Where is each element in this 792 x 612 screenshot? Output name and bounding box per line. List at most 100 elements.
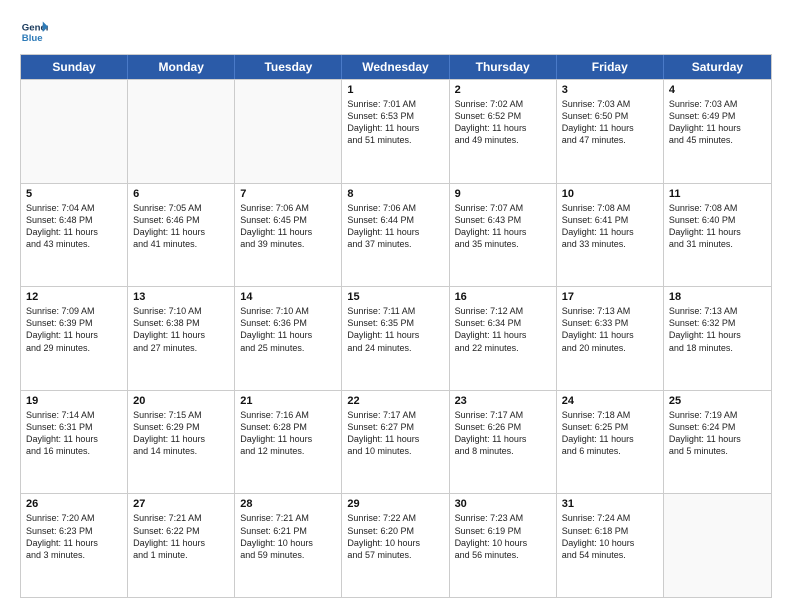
- cell-info: and 33 minutes.: [562, 238, 658, 250]
- cell-info: and 35 minutes.: [455, 238, 551, 250]
- day-cell-23: 23Sunrise: 7:17 AMSunset: 6:26 PMDayligh…: [450, 391, 557, 494]
- day-cell-16: 16Sunrise: 7:12 AMSunset: 6:34 PMDayligh…: [450, 287, 557, 390]
- day-number: 5: [26, 188, 122, 200]
- empty-cell: [128, 80, 235, 183]
- cell-info: Sunrise: 7:15 AM: [133, 409, 229, 421]
- cell-info: Sunrise: 7:12 AM: [455, 305, 551, 317]
- header-day-wednesday: Wednesday: [342, 55, 449, 79]
- cell-info: Sunset: 6:24 PM: [669, 421, 766, 433]
- cell-info: Daylight: 11 hours: [455, 433, 551, 445]
- day-cell-17: 17Sunrise: 7:13 AMSunset: 6:33 PMDayligh…: [557, 287, 664, 390]
- cell-info: Sunrise: 7:10 AM: [240, 305, 336, 317]
- cell-info: Daylight: 11 hours: [455, 329, 551, 341]
- day-cell-31: 31Sunrise: 7:24 AMSunset: 6:18 PMDayligh…: [557, 494, 664, 597]
- cell-info: Sunrise: 7:06 AM: [347, 202, 443, 214]
- cell-info: Sunset: 6:31 PM: [26, 421, 122, 433]
- cell-info: Daylight: 10 hours: [240, 537, 336, 549]
- day-cell-6: 6Sunrise: 7:05 AMSunset: 6:46 PMDaylight…: [128, 184, 235, 287]
- cell-info: Daylight: 11 hours: [133, 433, 229, 445]
- cell-info: and 47 minutes.: [562, 134, 658, 146]
- cell-info: Sunrise: 7:02 AM: [455, 98, 551, 110]
- calendar-row-0: 1Sunrise: 7:01 AMSunset: 6:53 PMDaylight…: [21, 79, 771, 183]
- cell-info: Daylight: 11 hours: [240, 433, 336, 445]
- cell-info: Sunrise: 7:03 AM: [669, 98, 766, 110]
- cell-info: Daylight: 11 hours: [562, 329, 658, 341]
- header-day-sunday: Sunday: [21, 55, 128, 79]
- calendar-row-1: 5Sunrise: 7:04 AMSunset: 6:48 PMDaylight…: [21, 183, 771, 287]
- cell-info: Sunrise: 7:21 AM: [240, 512, 336, 524]
- cell-info: Sunrise: 7:09 AM: [26, 305, 122, 317]
- cell-info: Sunset: 6:41 PM: [562, 214, 658, 226]
- day-cell-7: 7Sunrise: 7:06 AMSunset: 6:45 PMDaylight…: [235, 184, 342, 287]
- cell-info: Daylight: 11 hours: [455, 122, 551, 134]
- cell-info: and 8 minutes.: [455, 445, 551, 457]
- cell-info: Sunset: 6:39 PM: [26, 317, 122, 329]
- calendar: SundayMondayTuesdayWednesdayThursdayFrid…: [20, 54, 772, 598]
- cell-info: Daylight: 11 hours: [26, 226, 122, 238]
- cell-info: Sunrise: 7:05 AM: [133, 202, 229, 214]
- day-cell-27: 27Sunrise: 7:21 AMSunset: 6:22 PMDayligh…: [128, 494, 235, 597]
- cell-info: Sunset: 6:20 PM: [347, 525, 443, 537]
- day-cell-13: 13Sunrise: 7:10 AMSunset: 6:38 PMDayligh…: [128, 287, 235, 390]
- day-cell-3: 3Sunrise: 7:03 AMSunset: 6:50 PMDaylight…: [557, 80, 664, 183]
- cell-info: Sunset: 6:29 PM: [133, 421, 229, 433]
- day-number: 31: [562, 498, 658, 510]
- day-number: 2: [455, 84, 551, 96]
- day-cell-12: 12Sunrise: 7:09 AMSunset: 6:39 PMDayligh…: [21, 287, 128, 390]
- cell-info: Daylight: 11 hours: [240, 329, 336, 341]
- cell-info: Sunset: 6:22 PM: [133, 525, 229, 537]
- cell-info: and 18 minutes.: [669, 342, 766, 354]
- day-cell-11: 11Sunrise: 7:08 AMSunset: 6:40 PMDayligh…: [664, 184, 771, 287]
- header-day-thursday: Thursday: [450, 55, 557, 79]
- cell-info: Sunset: 6:44 PM: [347, 214, 443, 226]
- day-cell-28: 28Sunrise: 7:21 AMSunset: 6:21 PMDayligh…: [235, 494, 342, 597]
- day-cell-21: 21Sunrise: 7:16 AMSunset: 6:28 PMDayligh…: [235, 391, 342, 494]
- cell-info: Daylight: 11 hours: [562, 226, 658, 238]
- day-number: 26: [26, 498, 122, 510]
- day-number: 12: [26, 291, 122, 303]
- header-day-friday: Friday: [557, 55, 664, 79]
- day-cell-4: 4Sunrise: 7:03 AMSunset: 6:49 PMDaylight…: [664, 80, 771, 183]
- cell-info: Sunrise: 7:13 AM: [562, 305, 658, 317]
- cell-info: and 22 minutes.: [455, 342, 551, 354]
- cell-info: and 16 minutes.: [26, 445, 122, 457]
- cell-info: Sunrise: 7:17 AM: [347, 409, 443, 421]
- day-cell-1: 1Sunrise: 7:01 AMSunset: 6:53 PMDaylight…: [342, 80, 449, 183]
- calendar-body: 1Sunrise: 7:01 AMSunset: 6:53 PMDaylight…: [21, 79, 771, 597]
- cell-info: Daylight: 11 hours: [669, 433, 766, 445]
- day-number: 11: [669, 188, 766, 200]
- cell-info: Daylight: 11 hours: [562, 122, 658, 134]
- cell-info: Daylight: 11 hours: [26, 537, 122, 549]
- day-cell-9: 9Sunrise: 7:07 AMSunset: 6:43 PMDaylight…: [450, 184, 557, 287]
- cell-info: Sunrise: 7:24 AM: [562, 512, 658, 524]
- day-cell-19: 19Sunrise: 7:14 AMSunset: 6:31 PMDayligh…: [21, 391, 128, 494]
- day-number: 29: [347, 498, 443, 510]
- day-number: 19: [26, 395, 122, 407]
- day-cell-8: 8Sunrise: 7:06 AMSunset: 6:44 PMDaylight…: [342, 184, 449, 287]
- header: General Blue: [20, 18, 772, 46]
- day-number: 30: [455, 498, 551, 510]
- day-number: 10: [562, 188, 658, 200]
- cell-info: Sunset: 6:36 PM: [240, 317, 336, 329]
- cell-info: and 43 minutes.: [26, 238, 122, 250]
- day-number: 21: [240, 395, 336, 407]
- cell-info: and 51 minutes.: [347, 134, 443, 146]
- cell-info: Sunset: 6:33 PM: [562, 317, 658, 329]
- day-number: 20: [133, 395, 229, 407]
- header-day-saturday: Saturday: [664, 55, 771, 79]
- cell-info: Daylight: 11 hours: [562, 433, 658, 445]
- cell-info: Sunrise: 7:11 AM: [347, 305, 443, 317]
- day-number: 27: [133, 498, 229, 510]
- day-number: 16: [455, 291, 551, 303]
- cell-info: and 3 minutes.: [26, 549, 122, 561]
- day-cell-20: 20 Sunrise: 7:15 AMSunset: 6:29 PMDayligh…: [128, 391, 235, 494]
- cell-info: Sunset: 6:38 PM: [133, 317, 229, 329]
- empty-cell: [235, 80, 342, 183]
- day-cell-24: 24Sunrise: 7:18 AMSunset: 6:25 PMDayligh…: [557, 391, 664, 494]
- day-number: 7: [240, 188, 336, 200]
- cell-info: Daylight: 11 hours: [347, 122, 443, 134]
- calendar-row-4: 26Sunrise: 7:20 AMSunset: 6:23 PMDayligh…: [21, 493, 771, 597]
- day-number: 25: [669, 395, 766, 407]
- cell-info: Sunset: 6:48 PM: [26, 214, 122, 226]
- cell-info: and 54 minutes.: [562, 549, 658, 561]
